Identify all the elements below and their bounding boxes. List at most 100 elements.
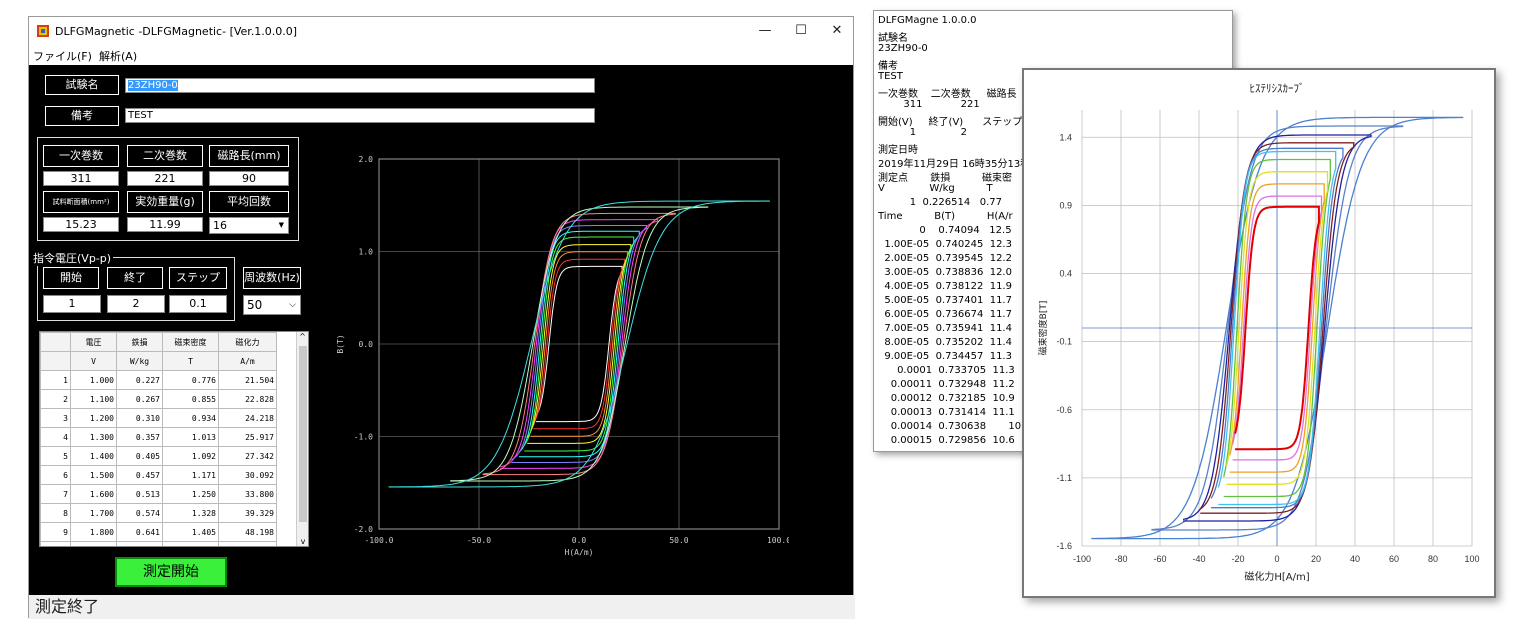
row-number: 2 bbox=[40, 389, 71, 409]
column-unit: W/kg bbox=[116, 351, 163, 371]
area-label: 試料断面積(mm²) bbox=[43, 191, 119, 213]
secondary-turns-input[interactable]: 221 bbox=[127, 171, 203, 186]
table-row[interactable]: 7 1.600 0.513 1.250 33.800 bbox=[40, 484, 277, 504]
weight-label: 実効重量(g) bbox=[127, 191, 203, 213]
average-count-select[interactable]: 16 ▼ bbox=[209, 217, 289, 234]
y-tick-label: -1.6 bbox=[1056, 541, 1072, 551]
table-cell: 1.171 bbox=[162, 465, 219, 485]
table-cell: 0.714 bbox=[116, 541, 163, 546]
row-number: 1 bbox=[40, 370, 71, 390]
table-cell: 0.457 bbox=[116, 465, 163, 485]
table-cell: 25.917 bbox=[218, 427, 277, 447]
table-row[interactable]: 2 1.100 0.267 0.855 22.828 bbox=[40, 389, 277, 409]
text-line: 備考 bbox=[878, 61, 898, 72]
primary-turns-input[interactable]: 311 bbox=[43, 171, 119, 186]
table-row[interactable]: 5 1.400 0.405 1.092 27.342 bbox=[40, 446, 277, 466]
table-cell: 39.329 bbox=[218, 503, 277, 523]
maximize-button[interactable]: ☐ bbox=[781, 19, 821, 43]
y-axis-label: B(T) bbox=[336, 334, 345, 353]
start-measurement-button[interactable]: 測定開始 bbox=[115, 557, 227, 587]
weight-input[interactable]: 11.99 bbox=[127, 217, 203, 232]
note-label: 備考 bbox=[45, 106, 119, 126]
chevron-down-icon: ⌵ bbox=[289, 300, 296, 310]
table-cell: 0.574 bbox=[116, 503, 163, 523]
x-tick-label: -100 bbox=[1073, 554, 1091, 564]
text-line: 0.00014 0.730638 10 bbox=[878, 421, 1022, 432]
x-tick-label: 50.0 bbox=[669, 536, 688, 545]
menu-file[interactable]: ファイル(F) bbox=[33, 48, 92, 64]
x-axis-label: H(A/m) bbox=[565, 548, 594, 557]
text-line: 0.0001 0.733705 11.3 bbox=[878, 365, 1015, 376]
table-cell: 0.405 bbox=[116, 446, 163, 466]
table-row[interactable]: 8 1.700 0.574 1.328 39.329 bbox=[40, 503, 277, 523]
text-line: 0.00013 0.731414 11.1 bbox=[878, 407, 1015, 418]
step-voltage-label: ステップ bbox=[169, 267, 227, 289]
text-line: 2019年11月29日 16時35分13秒 bbox=[878, 159, 1031, 170]
note-input[interactable]: TEST bbox=[125, 108, 595, 123]
x-tick-label: 100.0 bbox=[767, 536, 789, 545]
scroll-down-icon[interactable]: v bbox=[297, 537, 308, 546]
row-number: 7 bbox=[40, 484, 71, 504]
area-input[interactable]: 15.23 bbox=[43, 217, 119, 232]
table-row[interactable]: 3 1.200 0.310 0.934 24.218 bbox=[40, 408, 277, 428]
test-name-value: 23ZH90-0 bbox=[128, 80, 178, 91]
path-length-label: 磁路長(mm) bbox=[209, 145, 289, 167]
primary-turns-label: 一次巻数 bbox=[43, 145, 119, 167]
column-unit: A/m bbox=[218, 351, 277, 371]
table-row[interactable]: 1 1.000 0.227 0.776 21.504 bbox=[40, 370, 277, 390]
excel-hysteresis-chart: ﾋｽﾃﾘｼｽｶｰﾌﾞ -100 -80 -60 -40 -20 0 20 40 60 80 100 1.… bbox=[1037, 82, 1480, 583]
close-button[interactable]: ✕ bbox=[817, 19, 857, 43]
text-line: 1 0.226514 0.77 bbox=[878, 197, 1003, 208]
x-tick-label: 80 bbox=[1428, 554, 1438, 564]
minimize-button[interactable]: — bbox=[745, 19, 785, 43]
end-voltage-input[interactable]: 2 bbox=[107, 295, 165, 313]
menu-analyze[interactable]: 解析(A) bbox=[99, 48, 137, 64]
table-cell: 1.479 bbox=[162, 541, 219, 546]
start-voltage-input[interactable]: 1 bbox=[43, 295, 101, 313]
table-cell: 1.328 bbox=[162, 503, 219, 523]
text-line: 1 2 bbox=[878, 127, 968, 138]
table-cell: 0.776 bbox=[162, 370, 219, 390]
scroll-up-icon[interactable]: ^ bbox=[297, 332, 308, 341]
table-cell: 1.600 bbox=[70, 484, 117, 504]
table-cell: 1.500 bbox=[70, 465, 117, 485]
row-number: 10 bbox=[40, 541, 71, 546]
text-line: 8.00E-05 0.735202 11.4 bbox=[878, 337, 1012, 348]
table-cell: 1.405 bbox=[162, 522, 219, 542]
table-header-row: 電圧 鉄損 磁束密度 磁化力 bbox=[40, 332, 277, 352]
table-row[interactable]: 6 1.500 0.457 1.171 30.092 bbox=[40, 465, 277, 485]
row-number: 3 bbox=[40, 408, 71, 428]
frequency-select[interactable]: 50 ⌵ bbox=[243, 295, 301, 315]
text-line: 0.00015 0.729856 10.6 bbox=[878, 435, 1015, 446]
x-tick-label: 40 bbox=[1350, 554, 1360, 564]
text-line: DLFGMagne 1.0.0.0 bbox=[878, 15, 977, 26]
x-tick-label: -100.0 bbox=[365, 536, 394, 545]
table-units-row: V W/kg T A/m bbox=[40, 351, 277, 371]
row-number: 9 bbox=[40, 522, 71, 542]
table-cell: 30.092 bbox=[218, 465, 277, 485]
table-cell: 27.342 bbox=[218, 446, 277, 466]
path-length-input[interactable]: 90 bbox=[209, 171, 289, 186]
table-cell: 0.513 bbox=[116, 484, 163, 504]
y-tick-label: 1.0 bbox=[359, 248, 374, 257]
x-tick-label: 20 bbox=[1311, 554, 1321, 564]
table-row[interactable]: 101.9000.7141.47964.403 bbox=[40, 541, 277, 546]
table-cell: 1.400 bbox=[70, 446, 117, 466]
y-tick-label: -1.0 bbox=[354, 433, 373, 442]
test-name-input[interactable]: 23ZH90-0 bbox=[125, 78, 595, 93]
step-voltage-input[interactable]: 0.1 bbox=[169, 295, 227, 313]
text-line: V W/kg T bbox=[878, 183, 993, 194]
column-header: 磁化力 bbox=[218, 332, 277, 352]
table-row[interactable]: 9 1.800 0.641 1.405 48.198 bbox=[40, 522, 277, 542]
row-number: 6 bbox=[40, 465, 71, 485]
scrollbar-thumb[interactable] bbox=[299, 346, 307, 522]
text-line: 測定点 鉄損 磁束密 bbox=[878, 173, 1013, 184]
table-cell: 1.000 bbox=[70, 370, 117, 390]
results-table: 電圧 鉄損 磁束密度 磁化力 V W/kg T A/m 1 1.000 0.227 0.776 21… bbox=[40, 332, 277, 546]
text-line: 3.00E-05 0.738836 12.0 bbox=[878, 267, 1012, 278]
results-grid[interactable]: 電圧 鉄損 磁束密度 磁化力 V W/kg T A/m 1 1.000 0.227 0.776 21… bbox=[39, 331, 309, 547]
row-number: 4 bbox=[40, 427, 71, 447]
text-line: 6.00E-05 0.736674 11.7 bbox=[878, 309, 1012, 320]
table-row[interactable]: 4 1.300 0.357 1.013 25.917 bbox=[40, 427, 277, 447]
grid-scrollbar[interactable]: ^ v bbox=[296, 332, 308, 546]
